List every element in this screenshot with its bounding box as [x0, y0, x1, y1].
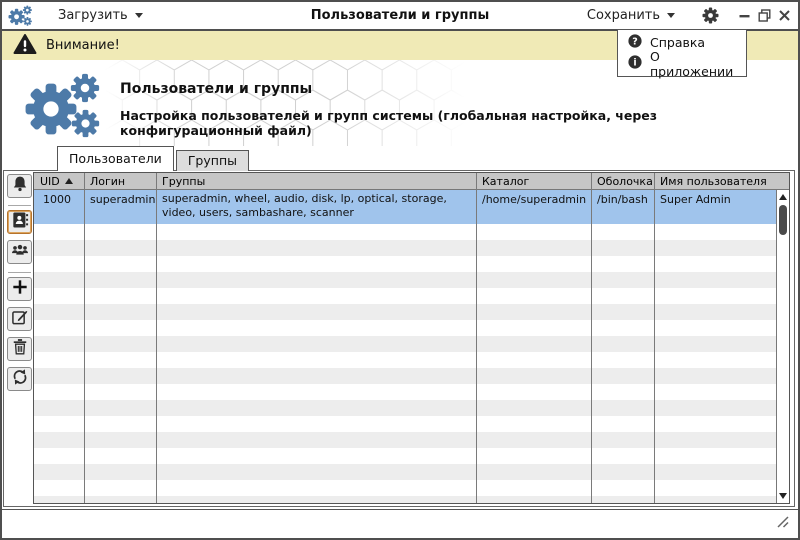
- main-panel: UID Логин Группы Каталог Оболочка Имя по…: [3, 170, 795, 507]
- table-row-empty: [34, 304, 776, 320]
- users-view-button[interactable]: [7, 210, 32, 234]
- users-table: UID Логин Группы Каталог Оболочка Имя по…: [33, 172, 790, 504]
- table-row-empty: [34, 448, 776, 464]
- app-gears-icon: [8, 5, 34, 26]
- groups-view-button[interactable]: [7, 240, 32, 264]
- save-button-label: Сохранить: [587, 8, 660, 23]
- dropdown-caret-icon: [135, 13, 143, 18]
- table-row-empty: [34, 288, 776, 304]
- app-gears-logo: [24, 72, 106, 142]
- sort-ascending-icon: [65, 178, 73, 184]
- column-header-groups[interactable]: Группы: [156, 175, 476, 188]
- table-row-empty: [34, 416, 776, 432]
- table-row-empty: [34, 480, 776, 496]
- close-button[interactable]: [778, 9, 791, 22]
- edit-icon: [10, 307, 30, 331]
- column-header-login[interactable]: Логин: [84, 175, 156, 188]
- sidebar-separator: [8, 205, 31, 206]
- settings-gear-button[interactable]: [702, 7, 719, 24]
- cell-directory: /home/superadmin: [476, 190, 591, 224]
- tab-bar: Пользователи Группы: [57, 146, 249, 171]
- tab-users[interactable]: Пользователи: [57, 146, 174, 171]
- table-row-selected[interactable]: 1000 superadmin superadmin, wheel, audio…: [34, 190, 776, 224]
- cell-groups: superadmin, wheel, audio, disk, lp, opti…: [156, 190, 476, 224]
- save-button[interactable]: Сохранить: [587, 8, 675, 23]
- sidebar-toolbar: [4, 171, 34, 506]
- load-button[interactable]: Загрузить: [58, 8, 143, 23]
- notifications-button[interactable]: [7, 174, 32, 198]
- table-row-empty: [34, 320, 776, 336]
- cell-fullname: Super Admin: [654, 190, 776, 224]
- table-row-empty: [34, 336, 776, 352]
- table-empty-rows: [34, 224, 776, 503]
- menu-item-about[interactable]: i О приложении: [618, 53, 746, 74]
- scroll-up-icon[interactable]: [777, 191, 789, 203]
- warning-text: Внимание!: [46, 38, 120, 53]
- column-header-fullname[interactable]: Имя пользователя: [654, 175, 789, 188]
- delete-icon: [10, 337, 30, 361]
- column-header-uid[interactable]: UID: [34, 175, 84, 188]
- tab-groups[interactable]: Группы: [176, 150, 249, 171]
- settings-menu: ? Справка i О приложении: [617, 29, 747, 77]
- notifications-bell-icon: [10, 174, 30, 198]
- svg-text:?: ?: [632, 36, 638, 47]
- cell-shell: /bin/bash: [591, 190, 654, 224]
- warning-triangle-icon: [13, 33, 37, 59]
- cell-login: superadmin: [84, 190, 156, 224]
- column-header-directory[interactable]: Каталог: [476, 175, 591, 188]
- table-row-empty: [34, 256, 776, 272]
- add-icon: [10, 277, 30, 301]
- load-button-label: Загрузить: [58, 8, 128, 23]
- table-row-empty: [34, 368, 776, 384]
- table-row-empty: [34, 352, 776, 368]
- table-row-empty: [34, 464, 776, 480]
- vertical-scrollbar[interactable]: [776, 190, 789, 503]
- column-header-shell[interactable]: Оболочка: [591, 175, 654, 188]
- app-window: Загрузить Пользователи и группы Сохранит…: [0, 0, 800, 540]
- dropdown-caret-icon: [667, 13, 675, 18]
- scrollbar-thumb[interactable]: [779, 205, 787, 235]
- minimize-button[interactable]: [738, 9, 751, 22]
- info-circle-icon: i: [628, 55, 642, 72]
- maximize-button[interactable]: [758, 9, 771, 22]
- add-user-button[interactable]: [7, 277, 32, 301]
- table-row-empty: [34, 224, 776, 240]
- table-row-empty: [34, 496, 776, 503]
- edit-user-button[interactable]: [7, 307, 32, 331]
- menu-item-label: О приложении: [650, 49, 746, 79]
- resize-grip-icon[interactable]: [774, 513, 790, 533]
- svg-text:i: i: [633, 57, 636, 68]
- table-row-empty: [34, 272, 776, 288]
- titlebar: Загрузить Пользователи и группы Сохранит…: [2, 2, 798, 31]
- table-row-empty: [34, 400, 776, 416]
- cell-uid: 1000: [34, 190, 84, 224]
- table-row-empty: [34, 384, 776, 400]
- refresh-button[interactable]: [7, 367, 32, 391]
- table-header-row: UID Логин Группы Каталог Оболочка Имя по…: [34, 173, 789, 190]
- help-circle-icon: ?: [628, 34, 642, 51]
- refresh-icon: [10, 367, 30, 391]
- page-title: Пользователи и группы: [120, 81, 312, 97]
- table-row-empty: [34, 240, 776, 256]
- status-bar: [2, 509, 798, 538]
- user-card-icon: [10, 210, 30, 234]
- users-group-icon: [10, 240, 30, 264]
- page-subtitle: Настройка пользователей и групп системы …: [120, 108, 798, 138]
- delete-user-button[interactable]: [7, 337, 32, 361]
- sidebar-separator: [8, 272, 31, 273]
- scroll-down-icon[interactable]: [777, 490, 789, 502]
- table-row-empty: [34, 432, 776, 448]
